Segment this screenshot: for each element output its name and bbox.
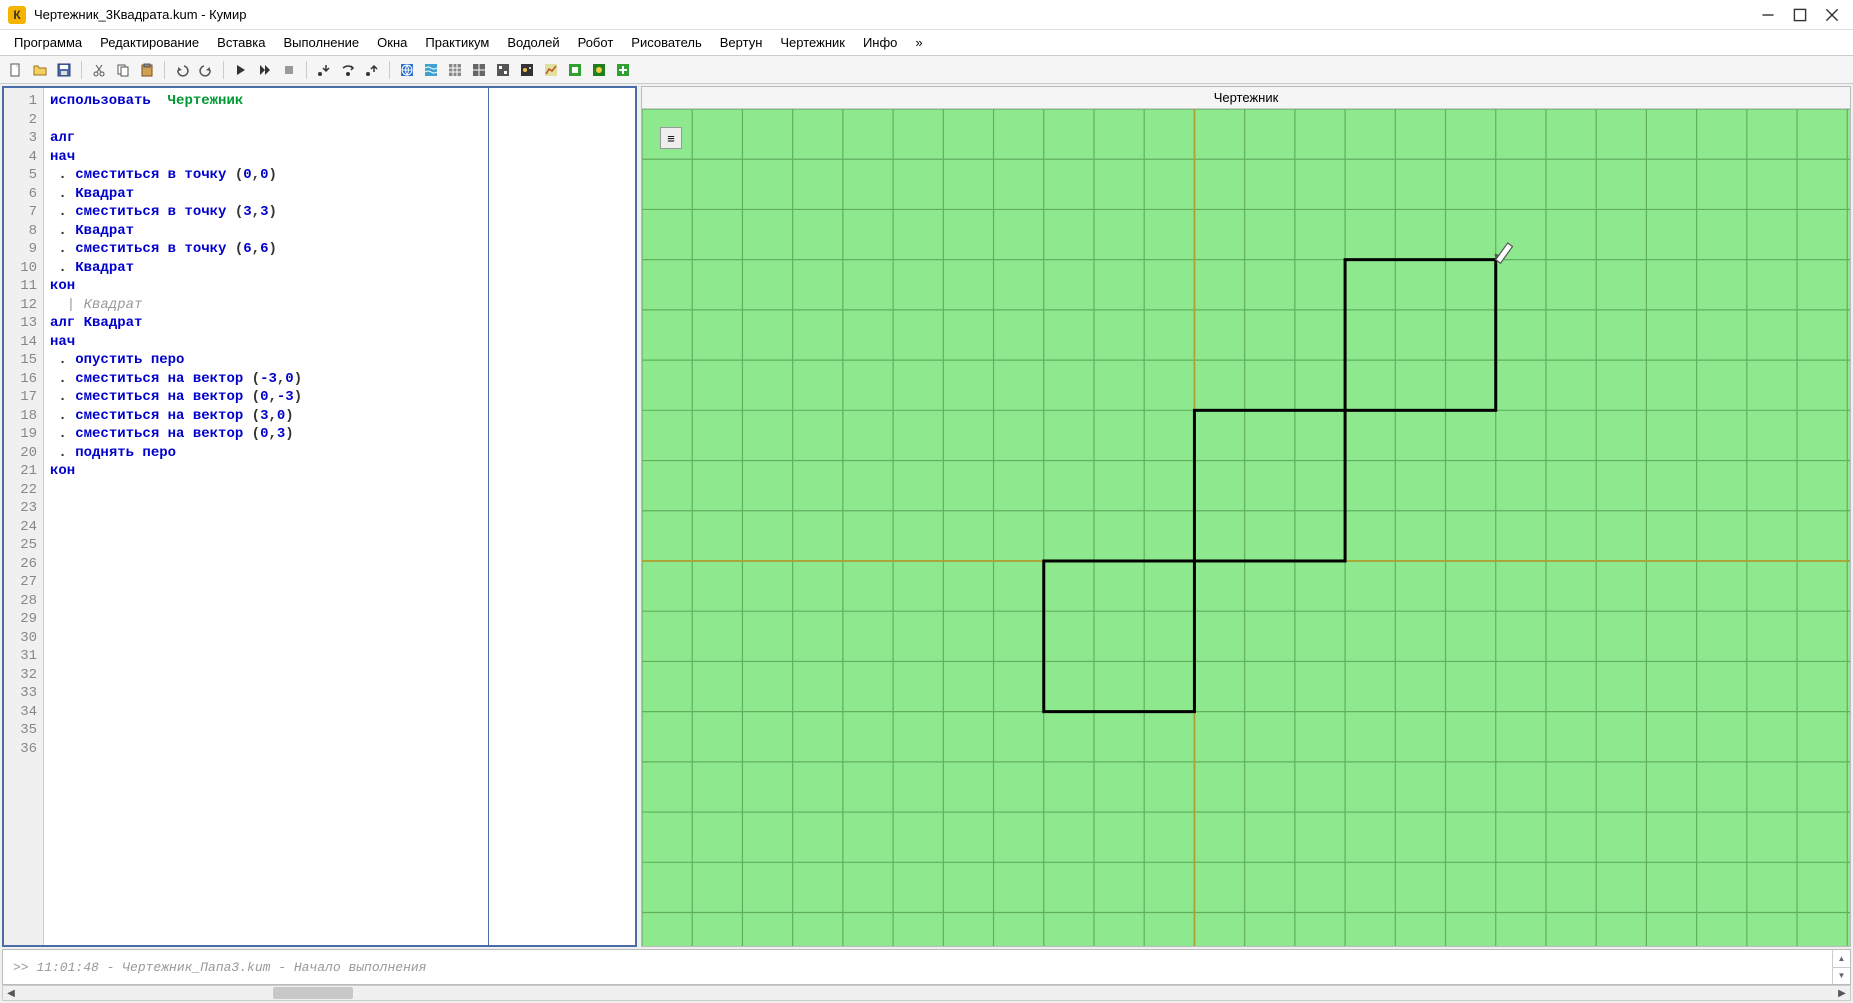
run-icon[interactable] <box>231 60 251 80</box>
plus-icon[interactable] <box>613 60 633 80</box>
step-into-icon[interactable] <box>314 60 334 80</box>
code-area[interactable]: использовать Чертежник алгнач . сместить… <box>44 88 635 945</box>
window-title: Чертежник_3Квадрата.kum - Кумир <box>34 7 1761 22</box>
menu-item-7[interactable]: Робот <box>570 32 622 53</box>
console-spinner[interactable]: ▲ ▼ <box>1832 950 1850 984</box>
menu-item-4[interactable]: Окна <box>369 32 415 53</box>
menu-item-0[interactable]: Программа <box>6 32 90 53</box>
horizontal-scrollbar[interactable]: ◀ ▶ <box>2 985 1851 1001</box>
menu-item-1[interactable]: Редактирование <box>92 32 207 53</box>
menu-item-11[interactable]: Инфо <box>855 32 905 53</box>
save-icon[interactable] <box>54 60 74 80</box>
code-column[interactable]: использовать Чертежник алгнач . сместить… <box>44 88 489 945</box>
waves-icon[interactable] <box>421 60 441 80</box>
titlebar: К Чертежник_3Квадрата.kum - Кумир <box>0 0 1853 30</box>
main-area: 1234567891011121314151617181920212223242… <box>0 84 1853 949</box>
scroll-right-icon[interactable]: ▶ <box>1834 986 1850 1000</box>
editor-panel: 1234567891011121314151617181920212223242… <box>2 86 637 947</box>
menu-item-5[interactable]: Практикум <box>417 32 497 53</box>
robot2-icon[interactable] <box>589 60 609 80</box>
new-file-icon[interactable] <box>6 60 26 80</box>
step-icon[interactable] <box>255 60 275 80</box>
app-icon: К <box>8 6 26 24</box>
menu-item-10[interactable]: Чертежник <box>772 32 853 53</box>
chart-icon[interactable] <box>541 60 561 80</box>
grid-svg <box>642 109 1850 946</box>
menu-item-3[interactable]: Выполнение <box>275 32 367 53</box>
close-button[interactable] <box>1825 8 1839 22</box>
menu-item-9[interactable]: Вертун <box>712 32 771 53</box>
step-out-icon[interactable] <box>362 60 382 80</box>
menubar: ПрограммаРедактированиеВставкаВыполнение… <box>0 30 1853 56</box>
robot1-icon[interactable] <box>565 60 585 80</box>
undo-icon[interactable] <box>172 60 192 80</box>
grid2-icon[interactable] <box>469 60 489 80</box>
open-file-icon[interactable] <box>30 60 50 80</box>
cut-icon[interactable] <box>89 60 109 80</box>
console[interactable]: >> 11:01:48 - Чертежник_Папа3.kum - Нача… <box>2 949 1851 985</box>
game-icon[interactable] <box>517 60 537 80</box>
world-icon[interactable] <box>397 60 417 80</box>
grid3-icon[interactable] <box>493 60 513 80</box>
scroll-left-icon[interactable]: ◀ <box>3 986 19 1000</box>
scroll-thumb[interactable] <box>273 987 353 999</box>
line-gutter: 1234567891011121314151617181920212223242… <box>4 88 44 945</box>
console-text: >> 11:01:48 - Чертежник_Папа3.kum - Нача… <box>3 960 1832 975</box>
side-column <box>489 88 635 945</box>
spinner-up-icon[interactable]: ▲ <box>1833 950 1850 968</box>
minimize-button[interactable] <box>1761 8 1775 22</box>
copy-icon[interactable] <box>113 60 133 80</box>
redo-icon[interactable] <box>196 60 216 80</box>
menu-item-6[interactable]: Водолей <box>499 32 567 53</box>
step-over-icon[interactable] <box>338 60 358 80</box>
grid1-icon[interactable] <box>445 60 465 80</box>
maximize-button[interactable] <box>1793 8 1807 22</box>
drawing-canvas[interactable]: ≡ <box>642 109 1850 946</box>
spinner-down-icon[interactable]: ▼ <box>1833 968 1850 985</box>
toolbar <box>0 56 1853 84</box>
menu-item-2[interactable]: Вставка <box>209 32 273 53</box>
paste-icon[interactable] <box>137 60 157 80</box>
canvas-menu-button[interactable]: ≡ <box>660 127 682 149</box>
stop-icon[interactable] <box>279 60 299 80</box>
menu-item-12[interactable]: » <box>907 32 930 53</box>
visualizer-panel: Чертежник ≡ <box>641 86 1851 947</box>
menu-item-8[interactable]: Рисователь <box>623 32 709 53</box>
visualizer-title: Чертежник <box>642 87 1850 109</box>
